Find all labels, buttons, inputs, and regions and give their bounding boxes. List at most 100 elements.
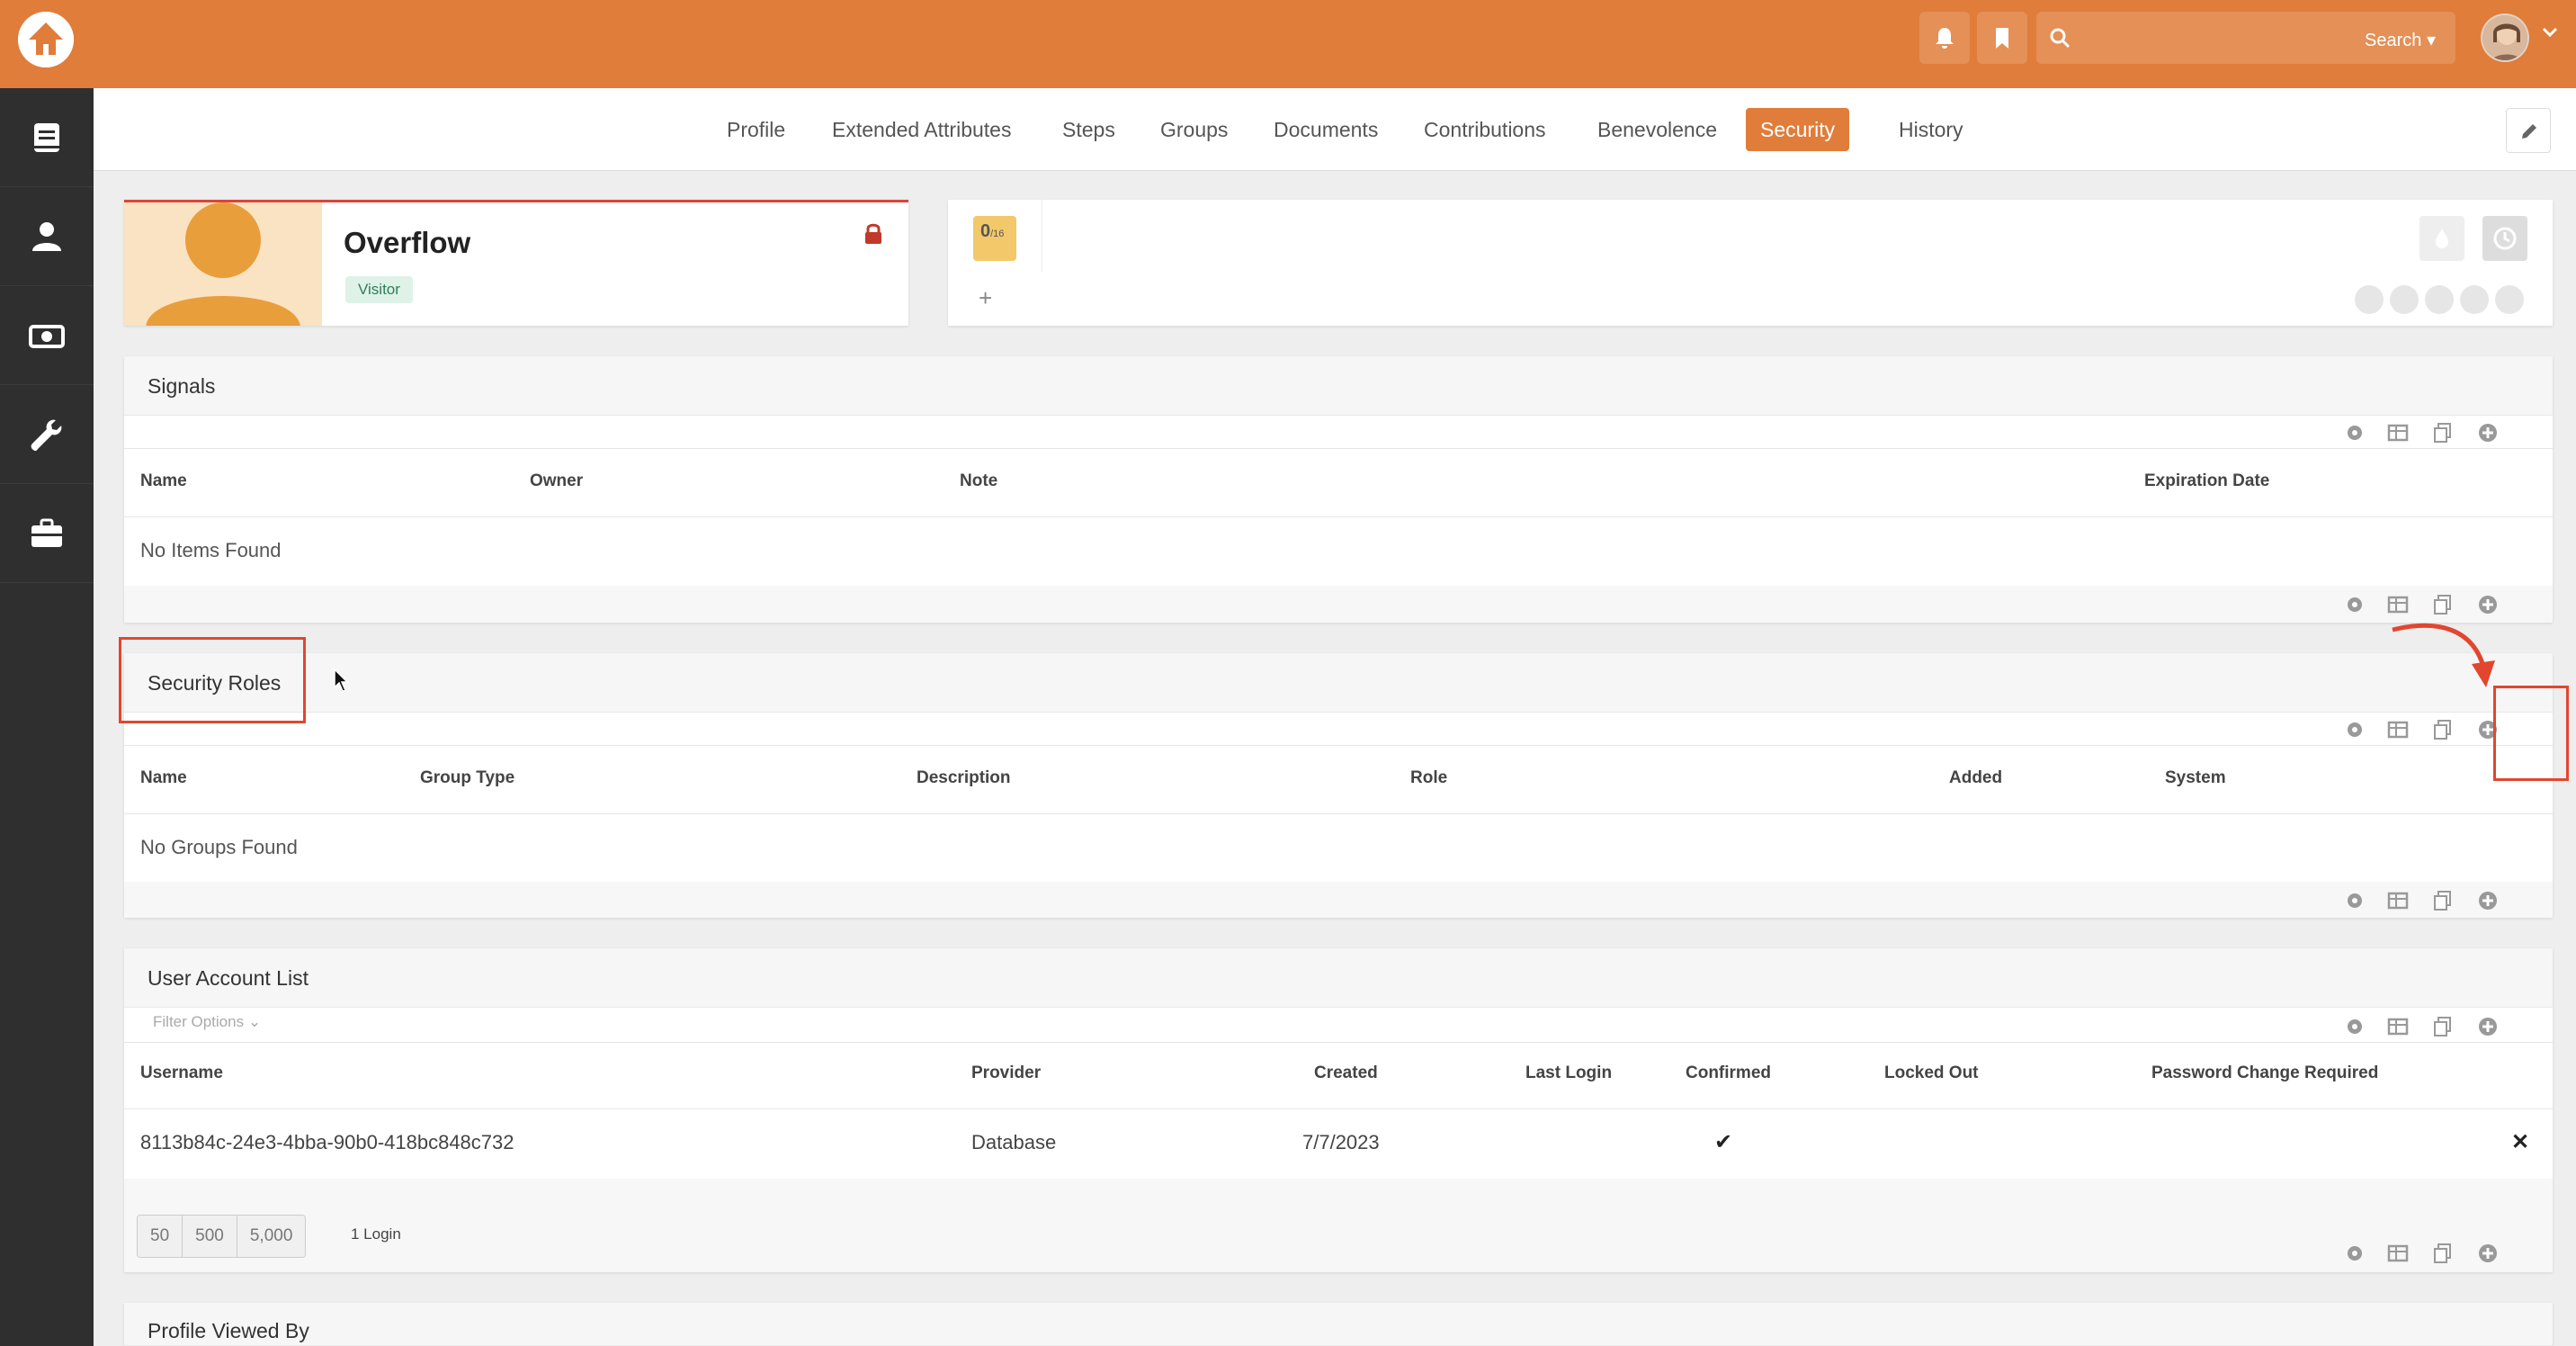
table-icon[interactable] xyxy=(2387,1016,2409,1037)
search-icon xyxy=(2050,28,2071,49)
profile-viewed-by-panel: Profile Viewed By xyxy=(124,1303,2553,1346)
panel-header: User Account List xyxy=(124,948,2553,1008)
badge-dot-icon xyxy=(2460,285,2489,314)
gear-icon[interactable] xyxy=(2344,1243,2366,1264)
tab-history[interactable]: History xyxy=(1884,108,1978,151)
copy-icon[interactable] xyxy=(2432,719,2454,740)
bookmark-icon[interactable] xyxy=(1977,12,2027,64)
panel-header: Profile Viewed By xyxy=(124,1303,2553,1346)
table-icon[interactable] xyxy=(2387,1243,2409,1264)
gear-icon[interactable] xyxy=(2344,594,2366,615)
column-header-confirmed[interactable]: Confirmed xyxy=(1686,1063,1771,1083)
column-header-name[interactable]: Name xyxy=(140,768,187,788)
copy-icon[interactable] xyxy=(2432,1016,2454,1037)
badge-dot-icon xyxy=(2390,285,2419,314)
table-icon[interactable] xyxy=(2387,594,2409,615)
column-header-locked-out[interactable]: Locked Out xyxy=(1884,1063,1979,1083)
grid-footer xyxy=(124,586,2553,623)
grid-actions xyxy=(2344,586,2542,622)
table-row[interactable]: 8113b84c-24e3-4bba-90b0-418bc848c732 Dat… xyxy=(124,1109,2553,1178)
mouse-cursor-icon xyxy=(334,668,349,692)
add-circle-icon[interactable] xyxy=(2477,594,2499,615)
clock-badge-icon xyxy=(2482,216,2527,261)
tab-security[interactable]: Security xyxy=(1746,108,1850,151)
sidebar-item-people[interactable] xyxy=(0,187,94,286)
person-card: Overflow Visitor xyxy=(124,200,908,326)
tab-profile[interactable]: Profile xyxy=(712,108,800,151)
column-header-password-change-required[interactable]: Password Change Required xyxy=(2151,1063,2378,1083)
gear-icon[interactable] xyxy=(2344,890,2366,911)
column-header-description[interactable]: Description xyxy=(917,768,1011,788)
add-circle-icon[interactable] xyxy=(2477,1016,2499,1037)
column-header-name[interactable]: Name xyxy=(140,471,187,491)
money-icon xyxy=(29,325,65,348)
column-header-role[interactable]: Role xyxy=(1410,768,1447,788)
table-icon[interactable] xyxy=(2387,890,2409,911)
column-header-added[interactable]: Added xyxy=(1949,768,2002,788)
panel-title: Profile Viewed By xyxy=(148,1319,309,1342)
confirmed-check-icon: ✔ xyxy=(1714,1130,1733,1154)
page-size-option[interactable]: 5,000 xyxy=(237,1216,306,1257)
tab-documents[interactable]: Documents xyxy=(1259,108,1392,151)
add-circle-icon[interactable] xyxy=(2477,1243,2499,1264)
page-size-option[interactable]: 50 xyxy=(138,1216,183,1257)
panel-header: Signals xyxy=(124,356,2553,416)
grid-actions xyxy=(2344,414,2542,450)
column-header-username[interactable]: Username xyxy=(140,1063,223,1083)
copy-icon[interactable] xyxy=(2432,594,2454,615)
copy-icon[interactable] xyxy=(2432,890,2454,911)
column-header-note[interactable]: Note xyxy=(960,471,997,491)
drop-badge-icon xyxy=(2419,216,2464,261)
gear-icon[interactable] xyxy=(2344,422,2366,444)
column-header-last-login[interactable]: Last Login xyxy=(1525,1063,1612,1083)
grid-actions xyxy=(2344,1234,2542,1270)
tab-contributions[interactable]: Contributions xyxy=(1409,108,1561,151)
grid-footer: 50 500 5,000 1 Login xyxy=(124,1179,2553,1272)
column-header-group-type[interactable]: Group Type xyxy=(420,768,514,788)
security-roles-panel: Security Roles Name Group Type Descripti… xyxy=(124,653,2553,918)
tab-groups[interactable]: Groups xyxy=(1146,108,1242,151)
column-header-created[interactable]: Created xyxy=(1314,1063,1378,1083)
add-circle-icon[interactable] xyxy=(2477,890,2499,911)
sidebar-item-book[interactable] xyxy=(0,88,94,187)
lock-icon xyxy=(865,223,881,244)
table-icon[interactable] xyxy=(2387,719,2409,740)
sidebar-item-admin-tools[interactable] xyxy=(0,385,94,484)
user-avatar[interactable] xyxy=(2481,13,2529,62)
annotation-arrow-icon xyxy=(2392,623,2495,687)
add-circle-icon[interactable] xyxy=(2477,422,2499,444)
notifications-bell-icon[interactable] xyxy=(1919,12,1970,64)
column-header-expiration-date[interactable]: Expiration Date xyxy=(2144,471,2269,491)
column-header-system[interactable]: System xyxy=(2165,768,2226,788)
briefcase-icon xyxy=(31,518,62,547)
person-name: Overflow xyxy=(344,226,471,259)
annotation-highlight-box xyxy=(119,637,306,723)
rock-logo-icon[interactable] xyxy=(18,12,74,67)
panel-title: Signals xyxy=(148,374,216,398)
sidebar-item-finance[interactable] xyxy=(0,286,94,385)
sidebar-item-briefcase[interactable] xyxy=(0,484,94,583)
empty-state-text: No Items Found xyxy=(140,539,282,561)
filter-options-toggle[interactable]: Filter Options ⌄ xyxy=(153,1013,261,1031)
panel-header: Security Roles xyxy=(124,653,2553,713)
tab-steps[interactable]: Steps xyxy=(1048,108,1130,151)
empty-state-text: No Groups Found xyxy=(140,836,298,858)
score-badge[interactable]: 0/16 xyxy=(973,216,1016,261)
page-size-option[interactable]: 500 xyxy=(183,1216,237,1257)
column-header-provider[interactable]: Provider xyxy=(971,1063,1041,1083)
page-size-selector: 50 500 5,000 xyxy=(137,1215,307,1258)
column-header-owner[interactable]: Owner xyxy=(530,471,583,491)
table-icon[interactable] xyxy=(2387,422,2409,444)
copy-icon[interactable] xyxy=(2432,1243,2454,1264)
tab-extended-attributes[interactable]: Extended Attributes xyxy=(818,108,1025,151)
copy-icon[interactable] xyxy=(2432,422,2454,444)
chevron-down-icon[interactable] xyxy=(2542,27,2558,38)
search-type-dropdown[interactable]: Search ▾ xyxy=(2365,29,2436,51)
delete-account-button[interactable]: ✕ xyxy=(2511,1129,2529,1155)
gear-icon[interactable] xyxy=(2344,1016,2366,1037)
add-badge-button[interactable]: + xyxy=(979,284,992,312)
search-input[interactable]: Search ▾ xyxy=(2036,12,2455,64)
tab-benevolence[interactable]: Benevolence xyxy=(1583,108,1731,151)
gear-icon[interactable] xyxy=(2344,719,2366,740)
edit-button[interactable] xyxy=(2506,108,2551,153)
